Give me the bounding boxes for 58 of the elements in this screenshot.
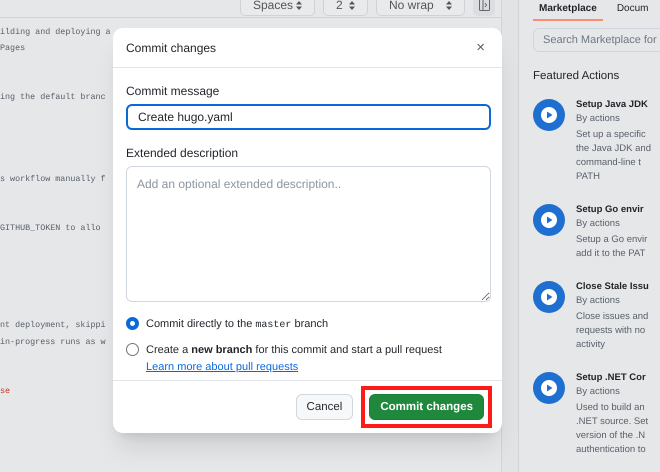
action-description: requests with no bbox=[576, 324, 646, 338]
learn-more-link[interactable]: Learn more about pull requests bbox=[146, 361, 298, 373]
action-description: .NET source. Set bbox=[576, 415, 648, 430]
option-label: Commit directly to the master branch bbox=[146, 317, 330, 333]
action-description: version of the .N bbox=[576, 429, 646, 444]
cancel-button[interactable]: Cancel bbox=[296, 394, 354, 420]
action-description: Setup a Go envir bbox=[576, 233, 648, 248]
code-line: se bbox=[0, 386, 10, 396]
action-description: command-line t bbox=[576, 156, 642, 170]
radio-button[interactable] bbox=[126, 317, 139, 330]
action-title[interactable]: Setup Java JDK bbox=[576, 98, 651, 112]
action-description: activity bbox=[576, 338, 606, 352]
code-line: in-progress runs as w bbox=[0, 336, 106, 347]
action-description: PATH bbox=[576, 170, 601, 184]
action-description: Close issues and bbox=[576, 310, 649, 324]
play-icon bbox=[533, 204, 565, 236]
action-title[interactable]: Setup .NET Cor bbox=[576, 371, 648, 386]
action-description: add it to the PAT bbox=[576, 247, 646, 262]
dialog-title: Commit changes bbox=[126, 40, 216, 56]
action-author: By actions bbox=[576, 294, 621, 308]
code-line: GITHUB_TOKEN to allo bbox=[0, 222, 101, 233]
option-label: Create a new branch for this commit and start a pull request Learn more about pull requests bbox=[146, 343, 443, 375]
commit-message-input[interactable]: Create hugo.yaml bbox=[126, 104, 491, 130]
select-dropdown[interactable]: Spaces bbox=[240, 0, 315, 16]
field-label: Extended description bbox=[126, 145, 238, 162]
description-textarea[interactable]: Add an optional extended description.. bbox=[126, 166, 491, 302]
action-description: the Java JDK and bbox=[576, 142, 651, 156]
code-line: nt deployment, skippi bbox=[0, 320, 106, 330]
action-author: By actions bbox=[576, 217, 621, 232]
sort-icon bbox=[446, 0, 452, 10]
sort-icon bbox=[296, 0, 302, 10]
close-button[interactable]: × bbox=[472, 40, 489, 55]
section-heading: Featured Actions bbox=[533, 69, 620, 84]
play-icon bbox=[533, 99, 565, 132]
code-line: s workflow manually f bbox=[0, 174, 106, 184]
action-author: By actions bbox=[576, 385, 621, 400]
sort-icon bbox=[349, 0, 355, 10]
action-author: By actions bbox=[576, 112, 621, 126]
tab[interactable]: Docum bbox=[610, 1, 654, 21]
action-title[interactable]: Close Stale Issu bbox=[576, 280, 649, 294]
action-description: authentication to bbox=[576, 443, 647, 458]
tab[interactable]: Marketplace bbox=[533, 1, 603, 21]
action-description: Set up a specific bbox=[576, 128, 647, 142]
panel-icon bbox=[478, 0, 490, 11]
commit-button[interactable]: Commit changes bbox=[369, 394, 484, 420]
action-description: Used to build an bbox=[576, 401, 646, 416]
play-icon bbox=[533, 372, 565, 404]
action-title[interactable]: Setup Go envir bbox=[576, 203, 648, 218]
search-field[interactable]: Search Marketplace for bbox=[533, 28, 660, 52]
code-line: ilding and deploying a bbox=[0, 27, 111, 37]
play-icon bbox=[533, 281, 565, 314]
select-dropdown[interactable]: No wrap bbox=[376, 0, 465, 16]
code-line: Pages bbox=[0, 43, 26, 54]
field-label: Commit message bbox=[126, 83, 220, 100]
radio-button[interactable] bbox=[126, 343, 139, 356]
code-line: ing the default branc bbox=[0, 92, 106, 102]
panel-toggle-button[interactable] bbox=[473, 0, 495, 16]
select-dropdown[interactable]: 2 bbox=[323, 0, 368, 16]
